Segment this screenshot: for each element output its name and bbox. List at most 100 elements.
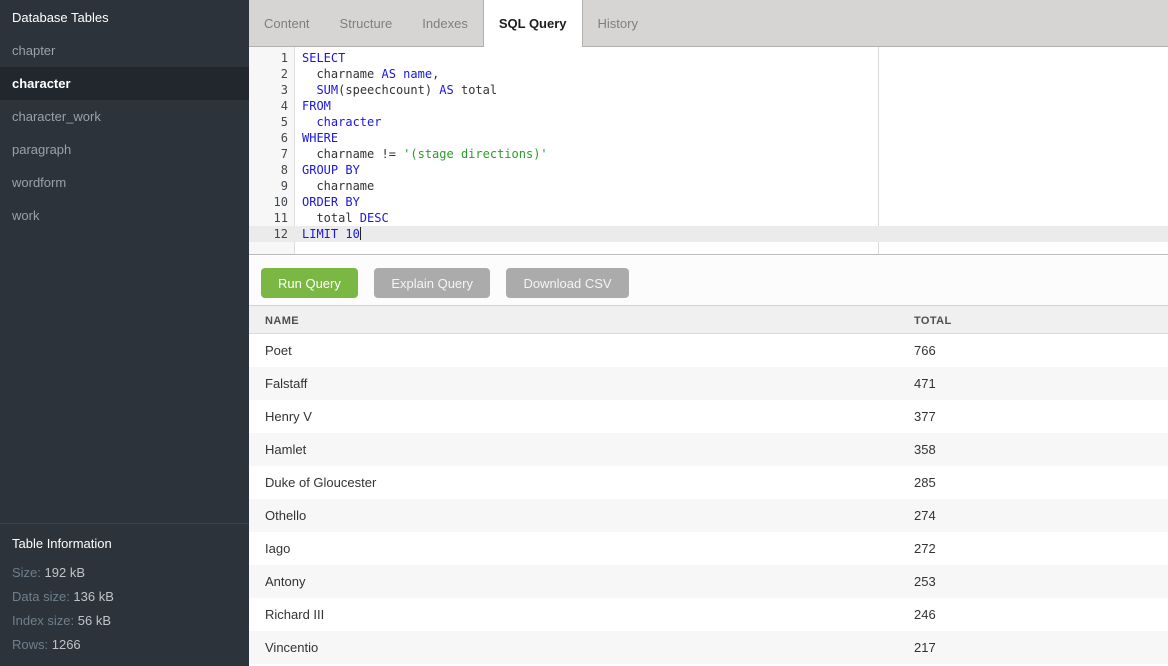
line-text: total DESC (302, 210, 389, 226)
sql-token (302, 115, 316, 129)
line-text: charname != '(stage directions)' (302, 146, 548, 162)
tab-structure[interactable]: Structure (325, 0, 408, 46)
cell-name: Richard III (265, 607, 324, 622)
code-line-3[interactable]: 3 SUM(speechcount) AS total (249, 82, 1168, 98)
info-label: Data size: (12, 589, 70, 604)
explain-query-button[interactable]: Explain Query (374, 268, 490, 298)
line-text: character (302, 114, 381, 130)
code-line-4[interactable]: 4 FROM (249, 98, 1168, 114)
sql-editor[interactable]: 1SELECT2 charname AS name,3 SUM(speechco… (249, 47, 1168, 255)
table-row[interactable]: Duke of Gloucester285 (249, 466, 1168, 499)
sql-token: name (403, 67, 432, 81)
code-line-10[interactable]: 10ORDER BY (249, 194, 1168, 210)
line-number: 12 (249, 226, 288, 242)
sql-token: total (302, 211, 360, 225)
table-row[interactable]: Poet766 (249, 334, 1168, 367)
editor-lines: 1SELECT2 charname AS name,3 SUM(speechco… (249, 47, 1168, 242)
cell-name: Othello (265, 508, 306, 523)
code-line-9[interactable]: 9 charname (249, 178, 1168, 194)
cell-total: 246 (914, 607, 936, 622)
column-header-total[interactable]: TOTAL (914, 315, 952, 327)
tab-content[interactable]: Content (249, 0, 325, 46)
sidebar-item-character-work[interactable]: character_work (0, 100, 249, 133)
sql-token: charname (302, 179, 374, 193)
query-toolbar: Run Query Explain Query Download CSV (249, 256, 1168, 305)
line-text: FROM (302, 98, 331, 114)
line-text: charname (302, 178, 374, 194)
info-value: 1266 (48, 637, 81, 652)
code-line-12[interactable]: 12 LIMIT 10 (249, 226, 1168, 242)
sql-token: '(stage directions)' (403, 147, 548, 161)
sidebar-item-chapter[interactable]: chapter (0, 34, 249, 67)
cell-name: Duke of Gloucester (265, 475, 376, 490)
line-text: LIMIT 10 (302, 226, 361, 242)
sidebar-item-wordform[interactable]: wordform (0, 166, 249, 199)
line-number: 9 (249, 178, 288, 194)
info-label: Rows: (12, 637, 48, 652)
results-table: Poet766Falstaff471 Henry V 377 Hamlet 358 Duk… (249, 334, 1168, 666)
table-row[interactable]: Falstaff471 (249, 367, 1168, 400)
sql-token: SELECT (302, 51, 345, 65)
sidebar-item-paragraph[interactable]: paragraph (0, 133, 249, 166)
line-number: 6 (249, 130, 288, 146)
run-query-button[interactable]: Run Query (261, 268, 358, 298)
sql-token: LIMIT 10 (302, 227, 360, 241)
table-row[interactable]: Vincentio217 (249, 631, 1168, 664)
code-line-1[interactable]: 1SELECT (249, 50, 1168, 66)
sql-token: (speechcount) (338, 83, 439, 97)
cell-total: 274 (914, 508, 936, 523)
cell-total: 217 (914, 640, 936, 655)
code-line-8[interactable]: 8 GROUP BY (249, 162, 1168, 178)
table-row[interactable]: Iago 272 (249, 532, 1168, 565)
cell-name: Antony (265, 574, 305, 589)
line-number: 8 (249, 162, 288, 178)
table-list: chaptercharactercharacter_workparagraphw… (0, 34, 249, 232)
cell-total: 272 (914, 541, 936, 556)
cell-total: 358 (914, 442, 936, 457)
column-header-name[interactable]: NAME (265, 315, 299, 327)
table-row[interactable]: Hamlet 358 (249, 433, 1168, 466)
table-info-data-size-: Data size: 136 kB (12, 590, 237, 604)
table-info-index-size-: Index size: 56 kB (12, 614, 237, 628)
line-number: 5 (249, 114, 288, 130)
table-info-panel: Table Information Size: 192 kBData size:… (0, 523, 249, 666)
sidebar: Database Tables chaptercharactercharacte… (0, 0, 249, 666)
code-line-2[interactable]: 2 charname AS name, (249, 66, 1168, 82)
cell-name: Henry V (265, 409, 312, 424)
cell-total: 377 (914, 409, 936, 424)
cell-total: 253 (914, 574, 936, 589)
code-line-11[interactable]: 11 total DESC (249, 210, 1168, 226)
code-line-6[interactable]: 6 WHERE (249, 130, 1168, 146)
table-info-size-: Size: 192 kB (12, 566, 237, 580)
code-line-7[interactable]: 7 charname != '(stage directions)' (249, 146, 1168, 162)
info-value: 192 kB (41, 565, 85, 580)
line-text: GROUP BY (302, 162, 360, 178)
sql-token: character (316, 115, 381, 129)
sidebar-title: Database Tables (0, 0, 249, 34)
table-row[interactable]: Henry V 377 (249, 400, 1168, 433)
sql-token: DESC (360, 211, 389, 225)
table-row[interactable]: Richard III 246 (249, 598, 1168, 631)
sql-token: charname != (302, 147, 403, 161)
tab-history[interactable]: History (583, 0, 653, 46)
tab-bar: ContentStructureIndexesSQL QueryHistory (249, 0, 1168, 47)
cell-name: Hamlet (265, 442, 306, 457)
line-number: 10 (249, 194, 288, 210)
sidebar-item-character[interactable]: character (0, 67, 249, 100)
line-number: 11 (249, 210, 288, 226)
code-line-5[interactable]: 5 character (249, 114, 1168, 130)
info-label: Index size: (12, 613, 74, 628)
table-row[interactable]: Antony 253 (249, 565, 1168, 598)
table-row[interactable]: Othello 274 (249, 499, 1168, 532)
line-text: SELECT (302, 50, 345, 66)
line-text: SUM(speechcount) AS total (302, 82, 497, 98)
cell-name: Iago (265, 541, 290, 556)
table-info-rows-: Rows: 1266 (12, 638, 237, 652)
sql-token: WHERE (302, 131, 338, 145)
sidebar-item-work[interactable]: work (0, 199, 249, 232)
tab-sql-query[interactable]: SQL Query (483, 0, 583, 47)
download-csv-button[interactable]: Download CSV (506, 268, 628, 298)
sql-token: AS (381, 67, 395, 81)
tab-indexes[interactable]: Indexes (407, 0, 483, 46)
line-number: 4 (249, 98, 288, 114)
